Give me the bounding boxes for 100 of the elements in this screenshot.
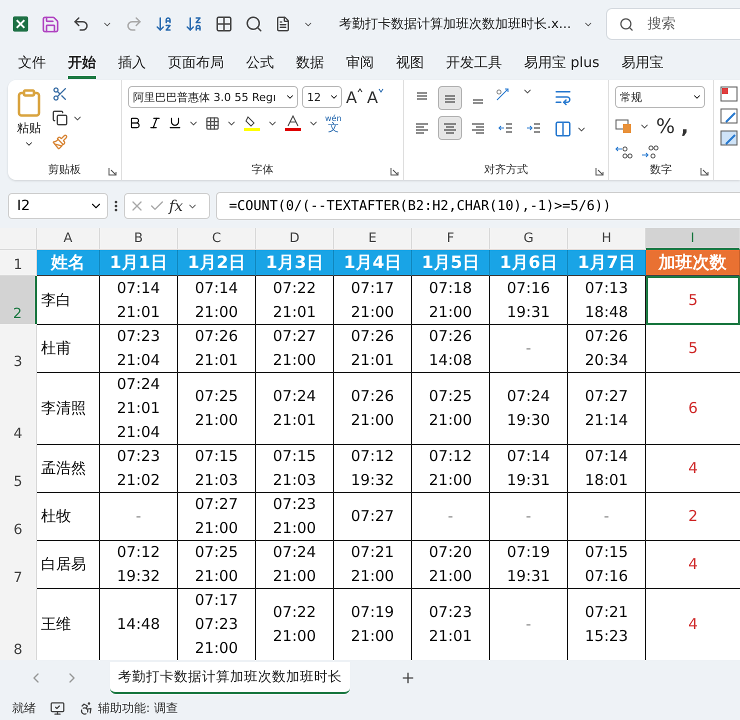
copy-icon[interactable] [52, 110, 68, 126]
currency-icon[interactable] [615, 118, 633, 134]
cell-styles-icon[interactable] [720, 130, 738, 146]
more-icon[interactable] [114, 199, 118, 213]
row-header[interactable]: 2 [0, 276, 37, 325]
menu-tab[interactable]: 审阅 [346, 50, 374, 78]
grow-font-button[interactable]: A [346, 88, 363, 106]
row-header[interactable]: 5 [0, 444, 37, 493]
dialog-launcher-icon[interactable] [390, 167, 399, 176]
menu-tab[interactable]: 易用宝 plus [524, 50, 600, 78]
sort-descending-icon[interactable] [184, 15, 203, 33]
row-header[interactable]: 7 [0, 540, 37, 589]
format-table-icon[interactable] [720, 108, 738, 124]
wrap-text-icon[interactable] [554, 88, 572, 106]
shrink-font-button[interactable]: A [366, 88, 384, 106]
table-header-cell: 1月3日 [256, 250, 334, 276]
find-icon[interactable] [244, 15, 263, 33]
borders-icon[interactable] [205, 116, 220, 130]
comma-button[interactable]: , [681, 114, 689, 138]
dialog-launcher-icon[interactable] [595, 167, 604, 176]
dialog-launcher-icon[interactable] [700, 167, 709, 176]
table-cell: 07:24 21:01 [256, 372, 334, 445]
menu-tab[interactable]: 文件 [18, 50, 46, 78]
insert-function-button[interactable]: fx [169, 197, 184, 215]
table-header-cell: 加班次数 [646, 250, 740, 276]
table-cell: 07:24 21:00 [256, 540, 334, 589]
column-header[interactable]: D [256, 228, 334, 250]
group-label: 数字 [649, 162, 673, 178]
paste-button[interactable]: 粘贴 [14, 88, 44, 148]
column-header[interactable]: F [412, 228, 490, 250]
macro-recording-icon[interactable] [50, 700, 65, 716]
decrease-decimal-icon[interactable] [641, 144, 659, 160]
column-header[interactable]: B [100, 228, 178, 250]
table-cell: 07:24 19:30 [490, 372, 568, 445]
table-cell: 4 [646, 444, 740, 493]
row-header[interactable]: 8 [0, 588, 37, 661]
percent-button[interactable]: % [656, 114, 676, 138]
save-icon[interactable] [41, 14, 60, 34]
menu-tab[interactable]: 数据 [296, 50, 324, 78]
increase-decimal-icon[interactable] [615, 144, 633, 160]
phonetic-button[interactable]: wén 文 [325, 114, 342, 132]
underline-icon[interactable] [168, 116, 182, 130]
table-cell: 07:14 21:00 [178, 276, 256, 325]
table-cell: 杜牧 [37, 492, 100, 541]
cut-icon[interactable] [52, 86, 68, 102]
font-color-icon[interactable] [284, 114, 302, 132]
name-box[interactable]: I2 [8, 193, 108, 219]
row-header[interactable]: 3 [0, 324, 37, 373]
dialog-launcher-icon[interactable] [108, 167, 117, 176]
undo-icon[interactable] [72, 15, 90, 33]
column-header[interactable]: C [178, 228, 256, 250]
table-cell: 07:26 21:01 [178, 324, 256, 373]
table-cell: 6 [646, 372, 740, 445]
column-header[interactable]: E [334, 228, 412, 250]
merge-center-icon[interactable] [554, 120, 572, 138]
table-cell: 07:15 07:16 [568, 540, 646, 589]
row-header[interactable]: 6 [0, 492, 37, 541]
sort-ascending-icon[interactable] [154, 15, 173, 33]
menu-tab[interactable]: 视图 [396, 50, 424, 78]
table-cell: 李清照 [37, 372, 100, 445]
column-header[interactable]: G [490, 228, 568, 250]
table-cell: 07:25 21:00 [178, 372, 256, 445]
form-icon[interactable] [274, 16, 291, 32]
column-header[interactable]: A [37, 228, 100, 250]
column-header[interactable]: H [568, 228, 646, 250]
table-cell: 07:14 18:01 [568, 444, 646, 493]
menu-tab[interactable]: 开发工具 [446, 50, 502, 78]
row-header[interactable]: 1 [0, 250, 37, 276]
font-name-dropdown[interactable]: 阿里巴巴普惠体 3.0 55 Regı [128, 86, 298, 108]
table-cell: - [412, 492, 490, 541]
add-sheet-icon[interactable] [400, 670, 416, 686]
conditional-format-icon[interactable] [720, 86, 738, 102]
table-cell: 07:14 21:01 [100, 276, 178, 325]
fill-color-icon[interactable] [243, 114, 261, 132]
format-painter-icon[interactable] [52, 134, 68, 150]
menu-tab[interactable]: 页面布局 [168, 50, 224, 78]
menu-tab[interactable]: 易用宝 [621, 50, 664, 78]
row-header[interactable]: 4 [0, 372, 37, 445]
accessibility-icon[interactable] [79, 700, 94, 716]
table-icon[interactable] [214, 15, 233, 33]
table-cell: 杜甫 [37, 324, 100, 373]
table-cell: - [568, 492, 646, 541]
excel-logo-icon [12, 15, 30, 33]
table-cell: 07:26 20:34 [568, 324, 646, 373]
accessibility-status[interactable]: 辅助功能: 调查 [98, 700, 178, 716]
font-size-dropdown[interactable]: 12 [302, 86, 342, 108]
table-cell: 07:27 21:14 [568, 372, 646, 445]
italic-icon[interactable] [148, 116, 162, 130]
menu-tab[interactable]: 插入 [118, 50, 146, 78]
formula-field[interactable]: =COUNT(0/(--TEXTAFTER(B2:H2,CHAR(10),-1)>=5/6)) [216, 192, 740, 220]
column-header[interactable]: I [646, 228, 740, 250]
table-cell: 07:25 21:00 [178, 540, 256, 589]
menu-tab[interactable]: 公式 [246, 50, 274, 78]
table-cell: 07:19 19:31 [490, 540, 568, 589]
table-cell: 07:26 21:01 [334, 324, 412, 373]
number-format-dropdown[interactable]: 常规 [615, 86, 705, 108]
sheet-tab[interactable]: 考勤打卡数据计算加班次数加班时长 [110, 662, 350, 694]
bold-icon[interactable] [128, 116, 142, 130]
search-field[interactable]: 搜索 [606, 8, 740, 40]
table-cell: 孟浩然 [37, 444, 100, 493]
